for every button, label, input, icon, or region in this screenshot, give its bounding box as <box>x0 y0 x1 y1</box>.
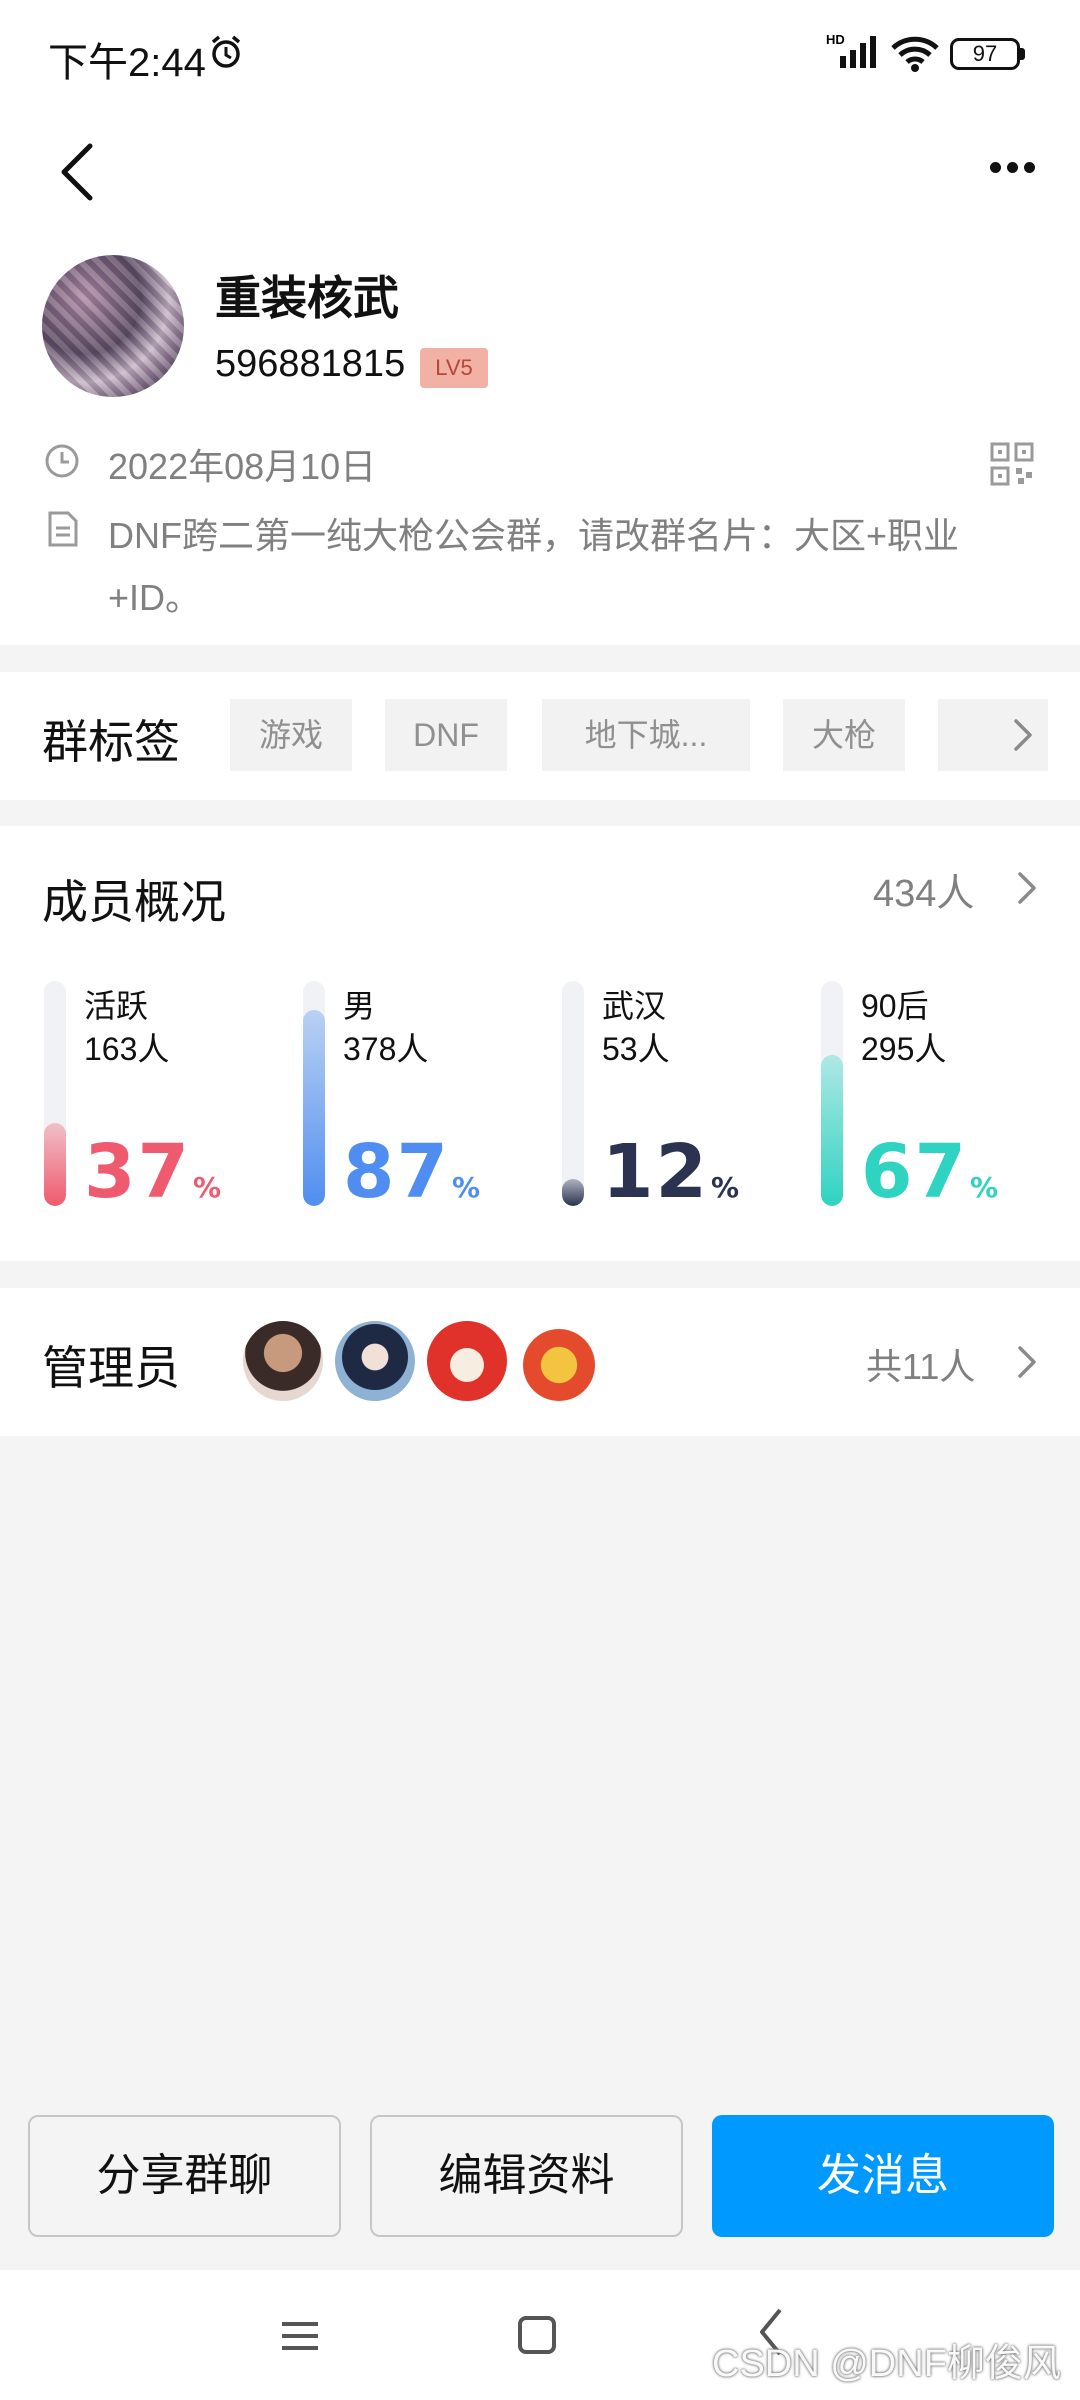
back-arrow-icon[interactable] <box>50 132 110 212</box>
stat-percent-value: 12 <box>602 1129 709 1215</box>
stat-percent: 87% <box>343 1129 482 1215</box>
group-id: 596881815 <box>215 343 406 385</box>
stat-count: 53人 <box>602 1031 670 1067</box>
chevron-right-icon <box>1018 1346 1036 1378</box>
admins-count: 共11人 <box>866 1346 976 1387</box>
created-date: 2022年08月10日 <box>108 446 377 487</box>
edit-profile-button[interactable]: 编辑资料 <box>370 2115 683 2237</box>
stat-percent-value: 37 <box>84 1129 191 1215</box>
status-time: 下午2:44 <box>48 41 206 85</box>
network-hd-label: HD <box>826 32 845 47</box>
stat-percent-unit: % <box>192 1171 224 1204</box>
bottom-action-bar: 分享群聊 编辑资料 发消息 <box>0 2095 1080 2270</box>
members-overview-section[interactable]: 成员概况 434人 活跃 163人 37% 男 378人 87% 武汉 53人 … <box>0 826 1080 1261</box>
signal-icon: HD <box>826 32 876 68</box>
member-stat-location: 武汉 53人 12% <box>562 981 812 1226</box>
member-stat-male: 男 378人 87% <box>303 981 553 1226</box>
battery-tip <box>1020 48 1025 60</box>
group-avatar[interactable] <box>42 255 184 397</box>
stat-bar-track <box>821 981 843 1206</box>
members-title: 成员概况 <box>42 876 226 928</box>
stat-label: 活跃 <box>84 988 149 1024</box>
admin-avatar[interactable] <box>424 1318 510 1404</box>
menu-icon[interactable] <box>280 2316 320 2356</box>
stat-percent-value: 87 <box>343 1129 450 1215</box>
admins-section[interactable]: 管理员 共11人 <box>0 1288 1080 1436</box>
tags-more-button[interactable] <box>938 699 1048 771</box>
qr-code-icon[interactable] <box>990 442 1034 486</box>
watermark-text: CSDN @DNF柳俊风 <box>712 2343 1061 2385</box>
share-group-button[interactable]: 分享群聊 <box>28 2115 341 2237</box>
tag-chip[interactable]: DNF <box>385 699 507 771</box>
document-icon <box>48 511 78 547</box>
battery-indicator: 97 <box>950 38 1020 70</box>
stat-bar-track <box>44 981 66 1206</box>
send-message-button[interactable]: 发消息 <box>712 2115 1054 2237</box>
stat-percent-value: 67 <box>861 1129 968 1215</box>
stat-count: 378人 <box>343 1031 429 1067</box>
wifi-icon <box>891 36 939 72</box>
home-icon[interactable] <box>518 2316 556 2354</box>
admin-avatar[interactable] <box>516 1318 602 1404</box>
stat-bar-fill <box>44 1123 66 1206</box>
top-bar <box>0 110 1080 240</box>
group-name: 重装核武 <box>215 272 399 324</box>
tags-title: 群标签 <box>42 716 180 768</box>
stat-label: 男 <box>343 988 376 1024</box>
group-tags-section[interactable]: 群标签 游戏 DNF 地下城... 大枪 <box>0 672 1080 800</box>
stat-percent-unit: % <box>451 1171 483 1204</box>
chevron-right-icon <box>1014 719 1032 751</box>
clock-icon <box>45 444 79 478</box>
group-description: DNF跨二第一纯大枪公会群，请改群名片：大区+职业+ID。 <box>108 515 960 618</box>
admins-title: 管理员 <box>42 1342 180 1394</box>
stat-bar-track <box>562 981 584 1206</box>
stat-count: 295人 <box>861 1031 947 1067</box>
group-header: 重装核武 596881815 LV5 2022年08月10日 DNF跨二第一纯大… <box>0 240 1080 645</box>
tag-chip[interactable]: 大枪 <box>783 699 905 771</box>
stat-count: 163人 <box>84 1031 170 1067</box>
alarm-icon <box>211 35 241 68</box>
stat-percent-unit: % <box>710 1171 742 1204</box>
chevron-right-icon <box>1018 872 1036 904</box>
member-stat-active: 活跃 163人 37% <box>44 981 294 1226</box>
admin-avatar[interactable] <box>332 1318 418 1404</box>
system-nav-bar: CSDN @DNF柳俊风 <box>0 2270 1080 2400</box>
stat-label: 90后 <box>861 988 929 1024</box>
stat-bar-fill <box>303 1010 325 1206</box>
stat-label: 武汉 <box>602 988 667 1024</box>
tag-chip[interactable]: 游戏 <box>230 699 352 771</box>
member-stat-age: 90后 295人 67% <box>821 981 1071 1226</box>
tag-chip[interactable]: 地下城... <box>542 699 750 771</box>
more-options-icon[interactable] <box>990 160 1041 178</box>
stat-bar-fill <box>562 1179 584 1206</box>
admin-avatar[interactable] <box>240 1318 326 1404</box>
stat-bar-fill <box>821 1055 843 1206</box>
stat-percent: 67% <box>861 1129 1000 1215</box>
members-count: 434人 <box>873 873 975 915</box>
stat-percent: 12% <box>602 1129 741 1215</box>
status-bar: 下午2:44 HD 97 <box>0 0 1080 110</box>
stat-percent: 37% <box>84 1129 223 1215</box>
stat-bar-track <box>303 981 325 1206</box>
level-badge: LV5 <box>420 348 488 388</box>
stat-percent-unit: % <box>969 1171 1001 1204</box>
